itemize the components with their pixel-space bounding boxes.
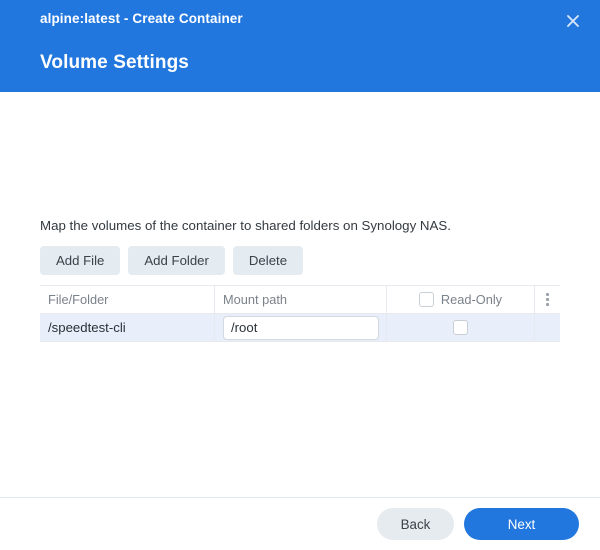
mount-path-input[interactable]	[223, 315, 379, 340]
add-folder-button[interactable]: Add Folder	[128, 246, 225, 275]
table-row[interactable]: /speedtest-cli	[40, 313, 560, 342]
read-only-checkbox[interactable]	[453, 320, 468, 335]
column-header-label: Mount path	[223, 292, 288, 307]
volume-toolbar: Add File Add Folder Delete	[40, 246, 304, 275]
column-header-mount-path[interactable]: Mount path	[214, 285, 386, 314]
cell-read-only	[386, 313, 534, 342]
column-header-read-only[interactable]: Read-Only	[386, 285, 534, 314]
next-button[interactable]: Next	[464, 508, 579, 540]
create-container-dialog: alpine:latest - Create Container Volume …	[0, 0, 600, 550]
instruction-text: Map the volumes of the container to shar…	[40, 218, 451, 233]
column-header-label: File/Folder	[48, 291, 109, 307]
read-only-select-all-checkbox[interactable]	[418, 292, 434, 307]
close-icon[interactable]	[560, 9, 586, 33]
cell-mount-path	[214, 313, 386, 342]
column-header-label: Read-Only	[440, 292, 503, 307]
more-vertical-icon[interactable]	[546, 293, 549, 306]
table-header-row: File/Folder Mount path Read-Only	[40, 285, 560, 314]
delete-button[interactable]: Delete	[232, 246, 304, 275]
volumes-table: File/Folder Mount path Read-Only /speedt…	[40, 285, 560, 342]
column-header-file-folder[interactable]: File/Folder	[40, 291, 214, 309]
page-title: Volume Settings	[40, 52, 189, 73]
dialog-content: Map the volumes of the container to shar…	[0, 92, 600, 497]
cell-file-folder[interactable]: /speedtest-cli	[40, 319, 214, 337]
column-options-menu[interactable]	[534, 285, 560, 314]
file-folder-value: /speedtest-cli	[48, 319, 126, 335]
window-title: alpine:latest - Create Container	[40, 11, 243, 26]
back-button[interactable]: Back	[377, 508, 454, 540]
cell-row-menu	[534, 313, 560, 342]
dialog-footer: Back Next	[0, 497, 600, 550]
dialog-titlebar: alpine:latest - Create Container Volume …	[0, 0, 600, 92]
add-file-button[interactable]: Add File	[40, 246, 121, 275]
